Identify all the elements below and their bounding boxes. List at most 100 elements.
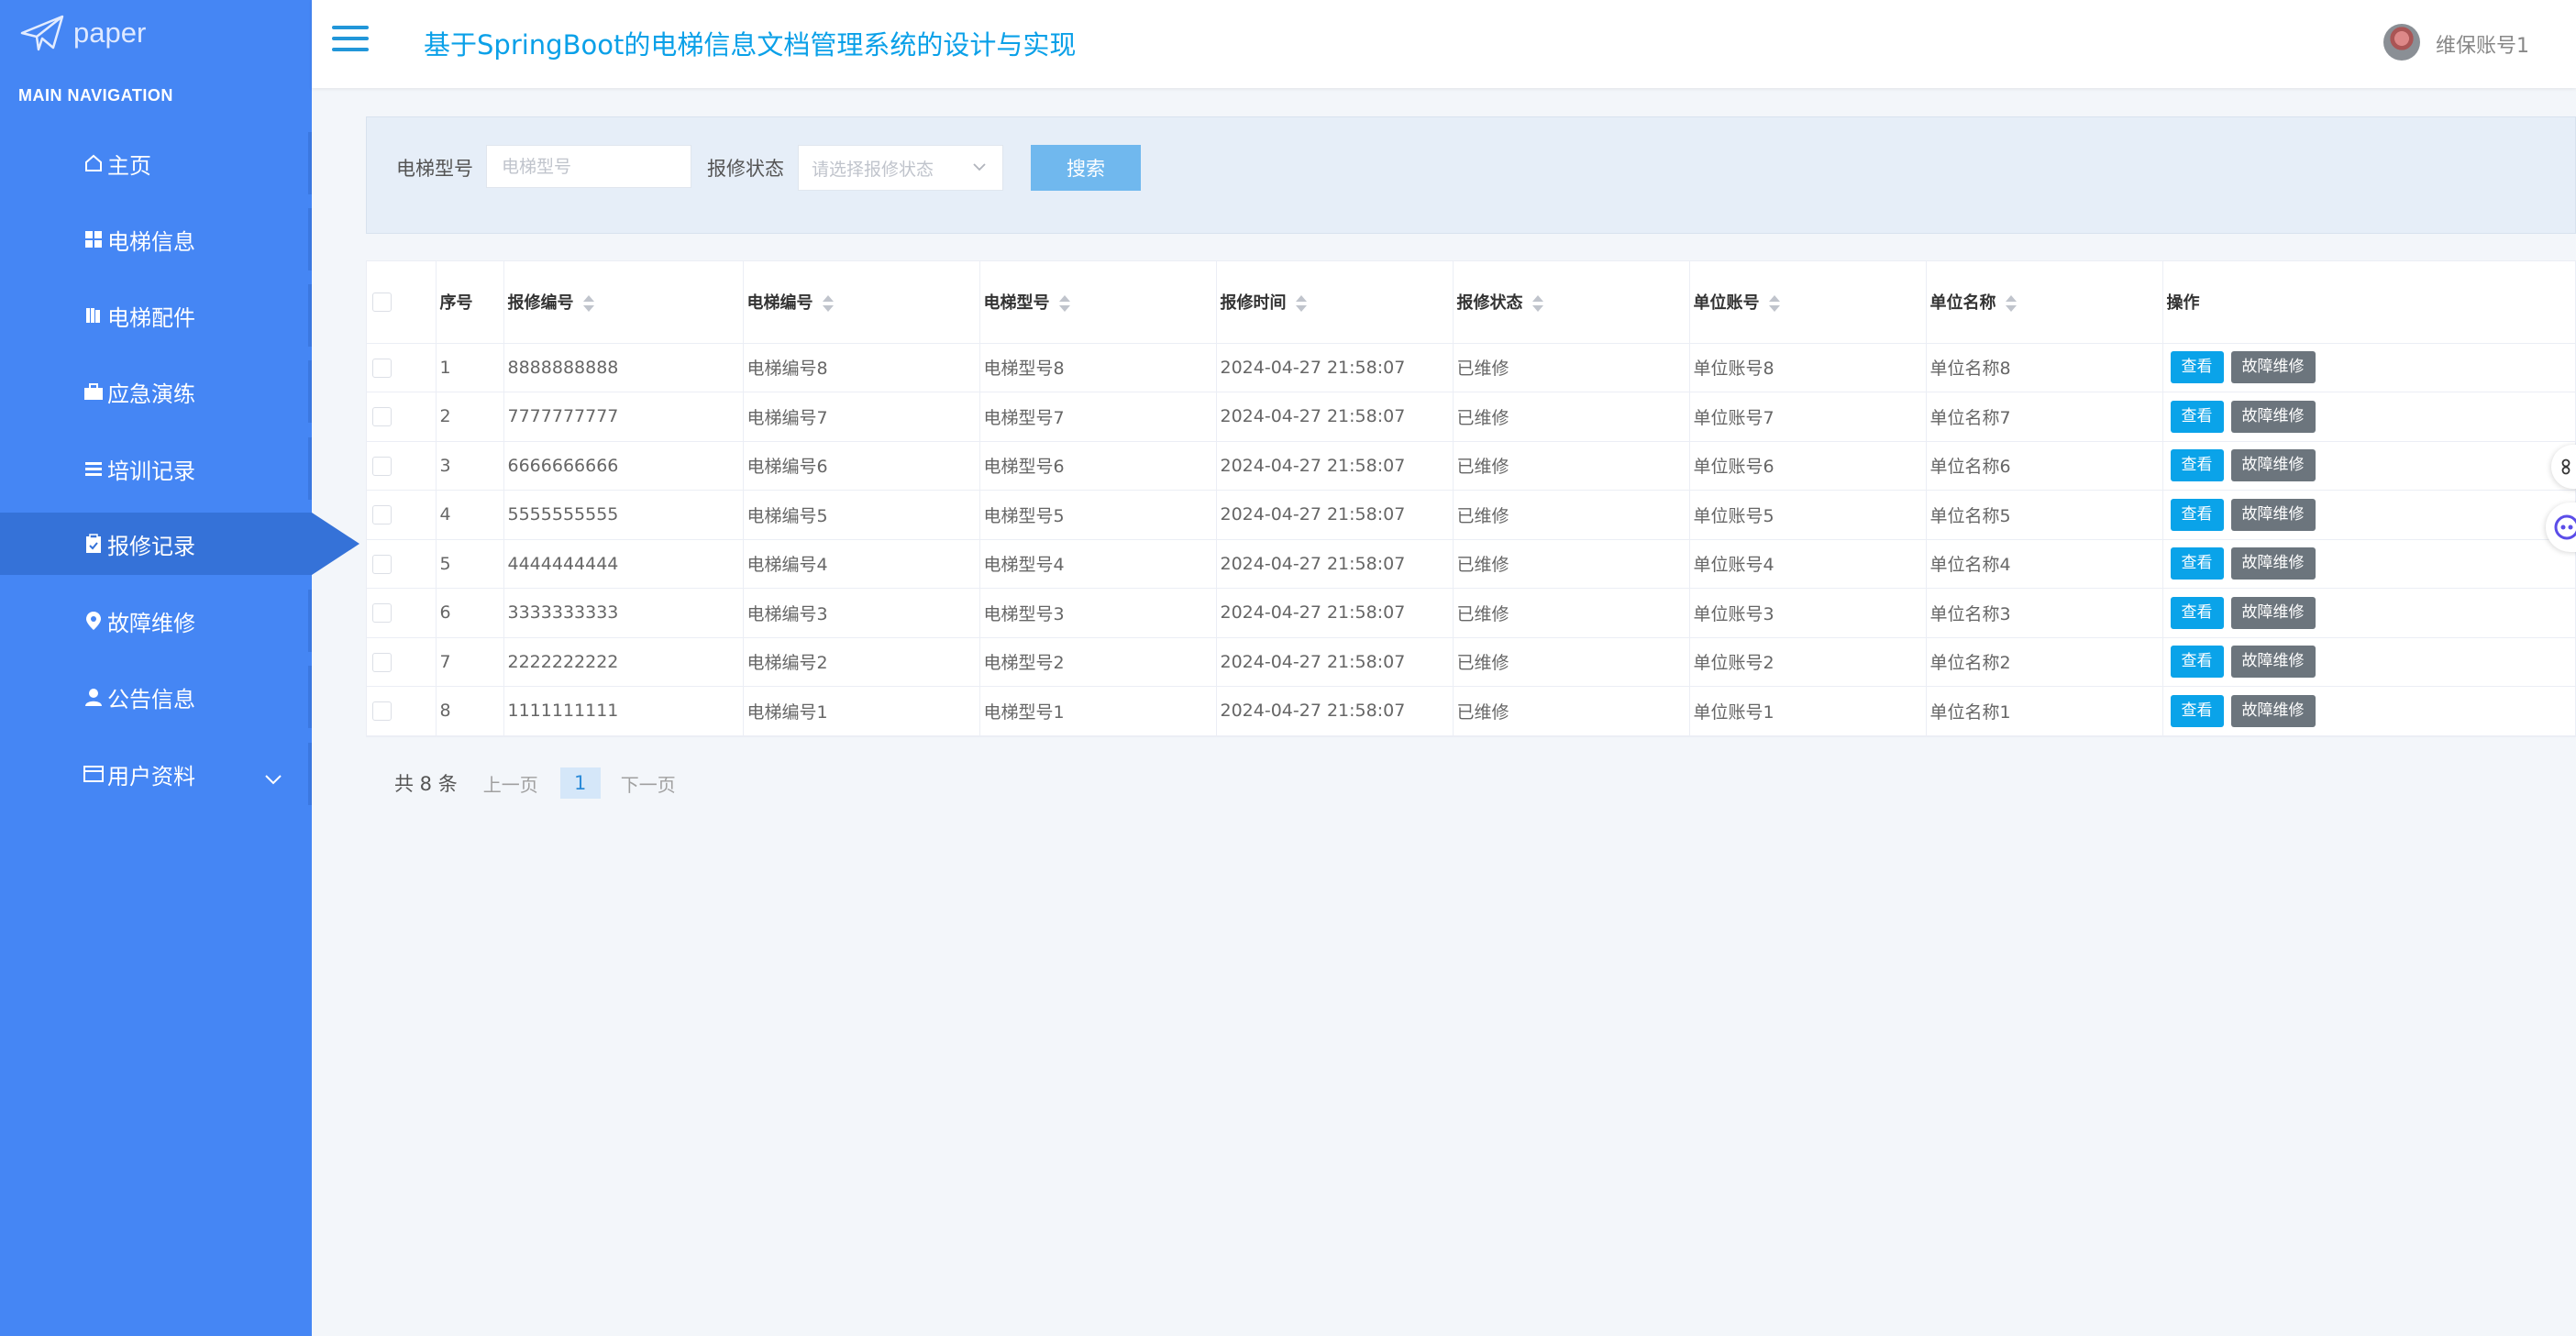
view-button[interactable]: 查看 — [2170, 351, 2224, 384]
actions-cell: 查看 故障维修 — [2162, 686, 2576, 736]
page-number-button[interactable]: 1 — [559, 767, 601, 799]
sidebar-item-2[interactable]: 电梯信息 — [0, 208, 312, 271]
column-header: 序号 — [436, 261, 504, 344]
row-select-cell — [367, 343, 437, 392]
row-select-cell — [367, 588, 437, 638]
fault-repair-button[interactable]: 故障维修 — [2230, 694, 2316, 727]
table-cell: 单位名称5 — [1926, 490, 2163, 540]
column-header[interactable]: 电梯编号 — [743, 261, 980, 344]
row-checkbox[interactable] — [372, 652, 392, 672]
table-cell: 电梯编号8 — [743, 343, 980, 392]
sidebar-item-label: 故障维修 — [107, 610, 195, 636]
sort-icon[interactable] — [582, 294, 594, 313]
table-cell: 已维修 — [1453, 637, 1690, 687]
sort-icon[interactable] — [822, 294, 834, 313]
table-row: 1 8888888888 电梯编号8 电梯型号8 2024-04-27 21:58:07… — [367, 343, 2576, 392]
view-button[interactable]: 查看 — [2170, 646, 2224, 679]
column-header[interactable]: 报修编号 — [503, 261, 744, 344]
view-button[interactable]: 查看 — [2170, 596, 2224, 629]
table-cell: 单位账号7 — [1689, 392, 1927, 442]
nav-heading: MAIN NAVIGATION — [18, 86, 173, 105]
sidebar: paper MAIN NAVIGATION 主页电梯信息电梯配件应急演练培训记录… — [0, 0, 359, 1336]
actions-cell: 查看 故障维修 — [2162, 392, 2576, 442]
model-search-input[interactable] — [486, 145, 691, 188]
user-name[interactable]: 维保账号1 — [2436, 29, 2529, 59]
sidebar-item-6[interactable]: 报修记录 — [0, 513, 359, 575]
table-cell: 电梯编号2 — [743, 637, 980, 687]
view-button[interactable]: 查看 — [2170, 449, 2224, 482]
column-header: 操作 — [2162, 261, 2576, 344]
row-checkbox[interactable] — [372, 554, 392, 574]
column-header-label: 报修时间 — [1220, 293, 1287, 314]
row-checkbox[interactable] — [372, 701, 392, 722]
sidebar-item-9[interactable]: 用户资料 — [0, 743, 312, 805]
chevron-down-icon — [973, 163, 986, 171]
sidebar-item-7[interactable]: 故障维修 — [0, 590, 312, 652]
column-header[interactable]: 电梯型号 — [979, 261, 1217, 344]
status-select[interactable]: 请选择报修状态 — [798, 145, 1003, 191]
next-page-button[interactable]: 下一页 — [621, 770, 676, 797]
select-all-checkbox[interactable] — [372, 293, 392, 312]
table-cell: 2024-04-27 21:58:07 — [1216, 490, 1454, 540]
view-button[interactable]: 查看 — [2170, 547, 2224, 580]
row-checkbox[interactable] — [372, 358, 392, 378]
sidebar-item-5[interactable]: 培训记录 — [0, 437, 312, 500]
column-header-label: 操作 — [2166, 293, 2200, 314]
sort-icon[interactable] — [1058, 294, 1070, 313]
fault-repair-button[interactable]: 故障维修 — [2230, 547, 2316, 580]
table-row: 5 4444444444 电梯编号4 电梯型号4 2024-04-27 21:58:07… — [367, 539, 2576, 589]
menu-toggle-icon[interactable] — [332, 26, 369, 55]
column-header[interactable]: 报修状态 — [1453, 261, 1690, 344]
sort-icon[interactable] — [1295, 294, 1307, 313]
avatar[interactable] — [2383, 24, 2420, 61]
column-header[interactable]: 单位名称 — [1926, 261, 2163, 344]
fault-repair-button[interactable]: 故障维修 — [2230, 449, 2316, 482]
column-header-label: 电梯编号 — [746, 293, 813, 314]
row-checkbox[interactable] — [372, 603, 392, 624]
status-label: 报修状态 — [707, 158, 784, 180]
logo[interactable]: paper — [20, 13, 146, 53]
column-header[interactable]: 报修时间 — [1216, 261, 1454, 344]
sidebar-item-4[interactable]: 应急演练 — [0, 360, 312, 423]
view-button[interactable]: 查看 — [2170, 498, 2224, 531]
view-button[interactable]: 查看 — [2170, 400, 2224, 433]
table-cell: 7777777777 — [503, 392, 744, 442]
sidebar-item-label: 主页 — [107, 152, 151, 179]
view-button[interactable]: 查看 — [2170, 694, 2224, 727]
fault-repair-button[interactable]: 故障维修 — [2230, 351, 2316, 384]
fault-repair-button[interactable]: 故障维修 — [2230, 596, 2316, 629]
table-header-row: 序号 报修编号 电梯编号 电梯型号 报修时间 报修状态 单位账号 单位名称 操作 — [367, 261, 2576, 344]
table-cell: 3 — [436, 441, 504, 491]
clipboard-icon — [83, 533, 105, 555]
sidebar-item-1[interactable]: 主页 — [0, 132, 312, 194]
search-button[interactable]: 搜索 — [1031, 145, 1141, 191]
location-pin-icon — [83, 610, 105, 632]
sort-icon[interactable] — [1768, 294, 1780, 313]
sidebar-item-8[interactable]: 公告信息 — [0, 666, 312, 728]
sidebar-item-label: 应急演练 — [107, 381, 195, 407]
sidebar-item-3[interactable]: 电梯配件 — [0, 284, 312, 347]
paper-plane-icon — [20, 15, 64, 51]
sort-icon[interactable] — [2005, 294, 2017, 313]
sort-icon[interactable] — [1531, 294, 1543, 313]
table-cell: 单位账号2 — [1689, 637, 1927, 687]
table-cell: 2024-04-27 21:58:07 — [1216, 637, 1454, 687]
fault-repair-button[interactable]: 故障维修 — [2230, 646, 2316, 679]
actions-cell: 查看 故障维修 — [2162, 637, 2576, 687]
table-cell: 已维修 — [1453, 539, 1690, 589]
table-cell: 单位名称1 — [1926, 686, 2163, 736]
row-checkbox[interactable] — [372, 456, 392, 476]
table-cell: 5555555555 — [503, 490, 744, 540]
row-checkbox[interactable] — [372, 407, 392, 427]
table-cell: 电梯编号5 — [743, 490, 980, 540]
row-checkbox[interactable] — [372, 505, 392, 525]
row-select-cell — [367, 686, 437, 736]
fault-repair-button[interactable]: 故障维修 — [2230, 498, 2316, 531]
column-header[interactable]: 单位账号 — [1689, 261, 1927, 344]
prev-page-button[interactable]: 上一页 — [483, 770, 538, 797]
top-header: 基于SpringBoot的电梯信息文档管理系统的设计与实现 维保账号1 — [312, 0, 2576, 88]
model-label: 电梯型号 — [396, 158, 473, 180]
table-row: 6 3333333333 电梯编号3 电梯型号3 2024-04-27 21:58:07… — [367, 588, 2576, 638]
table-cell: 已维修 — [1453, 490, 1690, 540]
fault-repair-button[interactable]: 故障维修 — [2230, 400, 2316, 433]
